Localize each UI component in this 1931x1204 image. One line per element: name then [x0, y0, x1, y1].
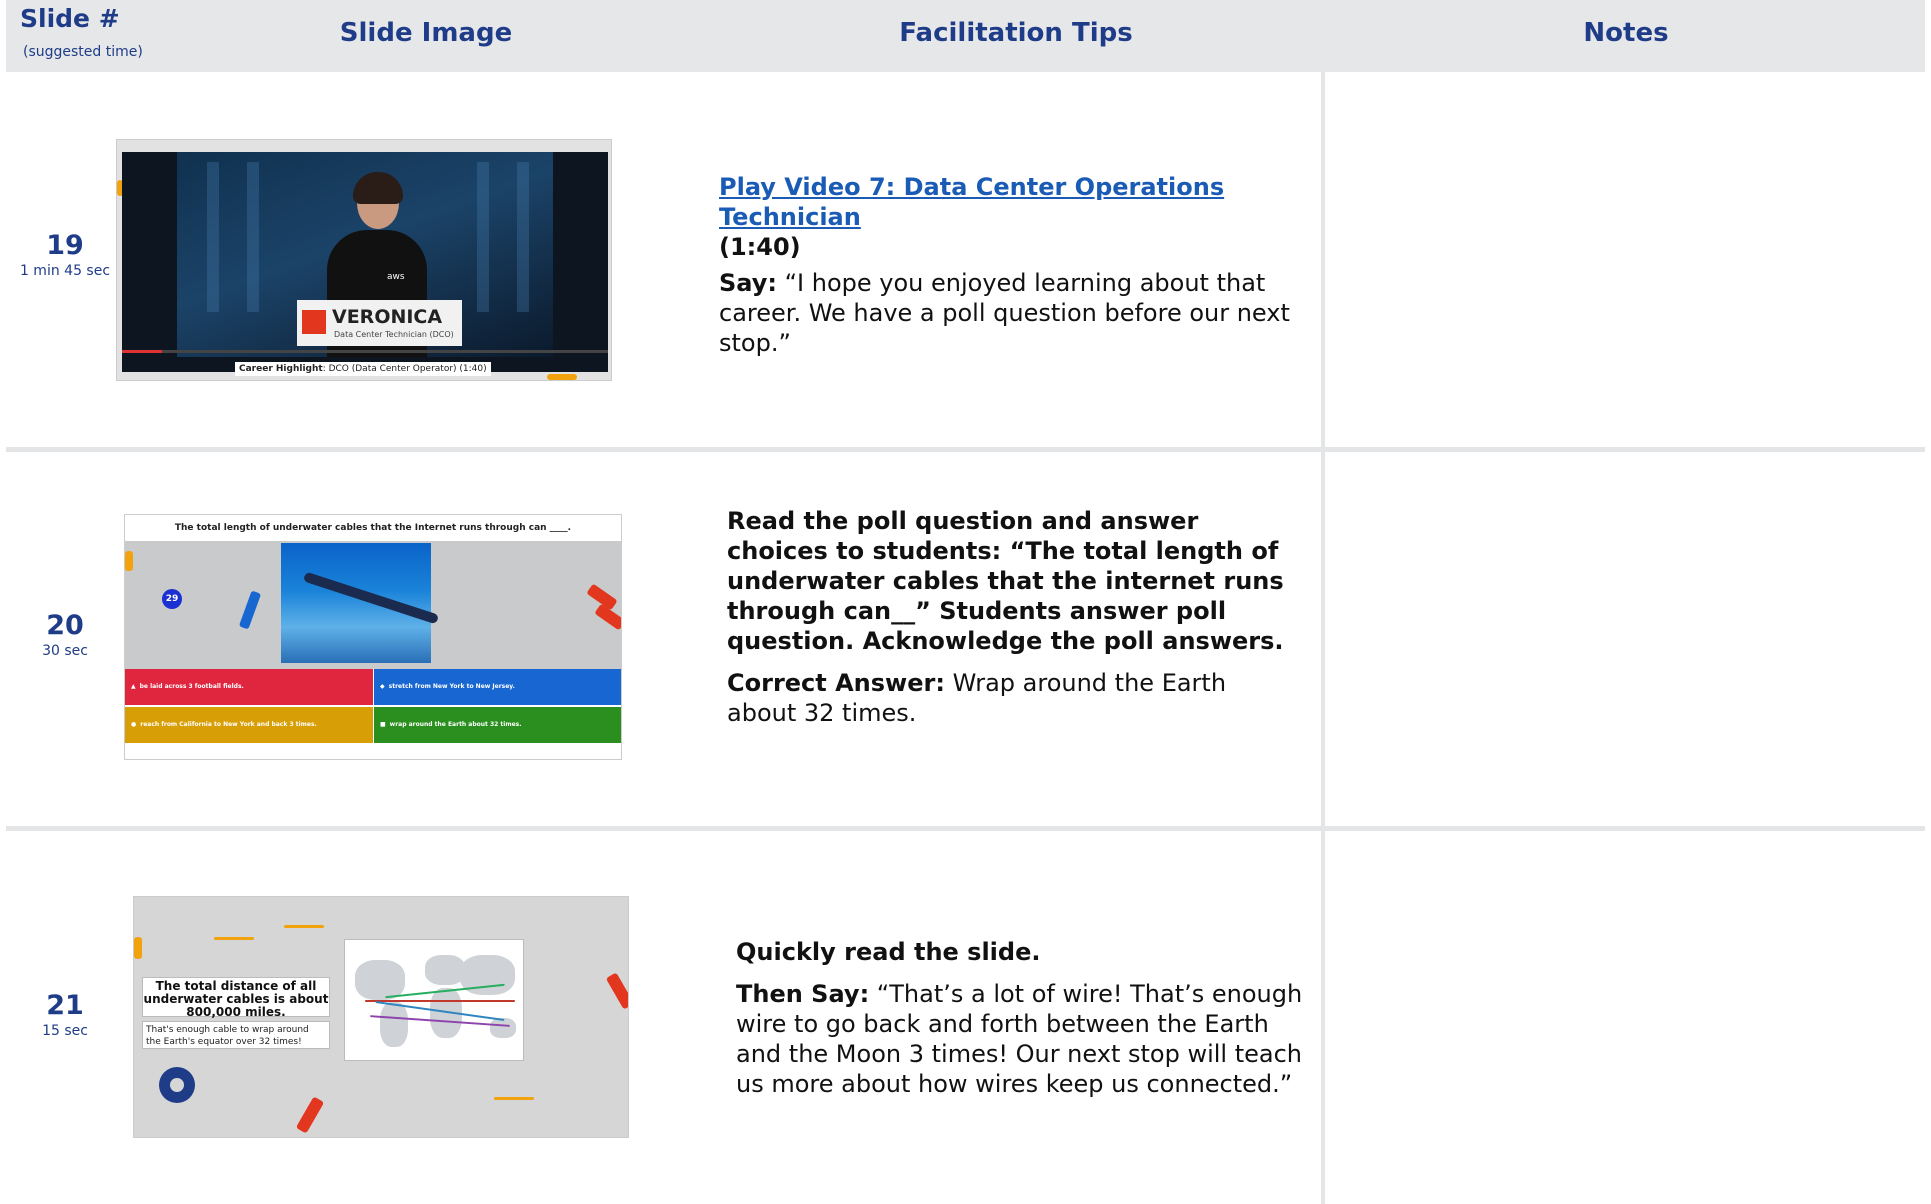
aws-logo: aws — [387, 272, 405, 282]
video-caption: Career Highlight: DCO (Data Center Opera… — [235, 362, 491, 376]
video-scene: aws VERONICA Data Center Technician (DCO… — [177, 152, 553, 357]
facilitation-tips-20: Read the poll question and answer choice… — [727, 506, 1287, 740]
slide-number-header-label: Slide # — [20, 4, 120, 33]
slide-number: 20 — [46, 610, 84, 641]
correct-answer-label: Correct Answer: — [727, 669, 945, 697]
presenter-name: VERONICA — [332, 306, 443, 328]
poll-option-marker: ● — [131, 721, 137, 728]
row-divider — [6, 826, 1925, 831]
suggested-time-label: (suggested time) — [23, 44, 143, 60]
video-player[interactable]: aws VERONICA Data Center Technician (DCO… — [122, 152, 608, 372]
video-link[interactable]: Play Video 7: Data Center Operations Tec… — [719, 173, 1224, 231]
notes-header: Notes — [1583, 18, 1669, 48]
slide-time: 30 sec — [42, 643, 88, 659]
slide-number-20: 20 30 sec — [10, 610, 120, 659]
poll-option-text: wrap around the Earth about 32 times. — [389, 721, 522, 728]
poll-option-marker: ◆ — [380, 683, 385, 690]
say-label: Say: — [719, 269, 777, 297]
caption-text: : DCO (Data Center Operator) (1:40) — [322, 364, 487, 374]
slide-thumbnail-poll[interactable]: The total length of underwater cables th… — [124, 514, 622, 760]
slide-number-21: 21 15 sec — [10, 990, 120, 1039]
poll-counter-badge: 29 — [162, 589, 182, 609]
caption-bold: Career Highlight — [239, 364, 323, 374]
slide-number: 21 — [46, 990, 84, 1021]
lower-third: VERONICA Data Center Technician (DCO) — [297, 300, 462, 346]
say-text: “I hope you enjoyed learning about that … — [719, 269, 1290, 357]
video-progress-bar[interactable] — [122, 350, 608, 353]
poll-option[interactable]: ▲ be laid across 3 football fields. — [125, 669, 373, 705]
poll-option[interactable]: ■ wrap around the Earth about 32 times. — [374, 707, 621, 743]
slide-number: 19 — [46, 230, 84, 261]
slide-thumbnail-fact[interactable]: The total distance of all underwater cab… — [133, 896, 629, 1138]
poll-question: The total length of underwater cables th… — [125, 515, 621, 541]
fact-subtext: That's enough cable to wrap around the E… — [142, 1021, 330, 1049]
poll-option[interactable]: ● reach from California to New York and b… — [125, 707, 373, 743]
slide-image-header: Slide Image — [339, 18, 513, 48]
presenter-role: Data Center Technician (DCO) — [334, 330, 454, 339]
poll-option-marker: ■ — [380, 721, 386, 728]
underwater-cable-image — [281, 543, 440, 663]
slide-time: 1 min 45 sec — [19, 263, 111, 279]
facilitation-tips-header: Facilitation Tips — [899, 18, 1133, 48]
poll-instruction: Read the poll question and answer choice… — [727, 507, 1284, 655]
poll-visual: 29 — [125, 541, 621, 669]
slide-thumbnail-video[interactable]: aws VERONICA Data Center Technician (DCO… — [116, 139, 612, 381]
video-duration: (1:40) — [719, 233, 801, 261]
poll-option[interactable]: ◆ stretch from New York to New Jersey. — [374, 669, 621, 705]
slide-time: 15 sec — [42, 1023, 88, 1039]
poll-option-marker: ▲ — [131, 683, 136, 690]
poll-option-text: reach from California to New York and ba… — [140, 721, 317, 728]
slide-number-19: 19 1 min 45 sec — [10, 230, 120, 279]
slide-number-header: Slide # (suggested time) — [20, 4, 143, 76]
poll-option-text: stretch from New York to New Jersey. — [388, 683, 515, 690]
row-divider — [6, 447, 1925, 452]
fact-card: The total distance of all underwater cab… — [142, 977, 330, 1019]
table-header: Slide # (suggested time) Slide Image Fac… — [6, 0, 1925, 72]
facilitation-tips-19: Play Video 7: Data Center Operations Tec… — [719, 172, 1299, 370]
cable-map-image — [344, 939, 524, 1061]
column-divider — [1321, 72, 1325, 1204]
quick-read-instruction: Quickly read the slide. — [736, 938, 1041, 966]
poll-option-text: be laid across 3 football fields. — [139, 683, 244, 690]
then-say-label: Then Say: — [736, 980, 870, 1008]
facilitation-tips-21: Quickly read the slide. Then Say: “That’… — [736, 937, 1306, 1111]
